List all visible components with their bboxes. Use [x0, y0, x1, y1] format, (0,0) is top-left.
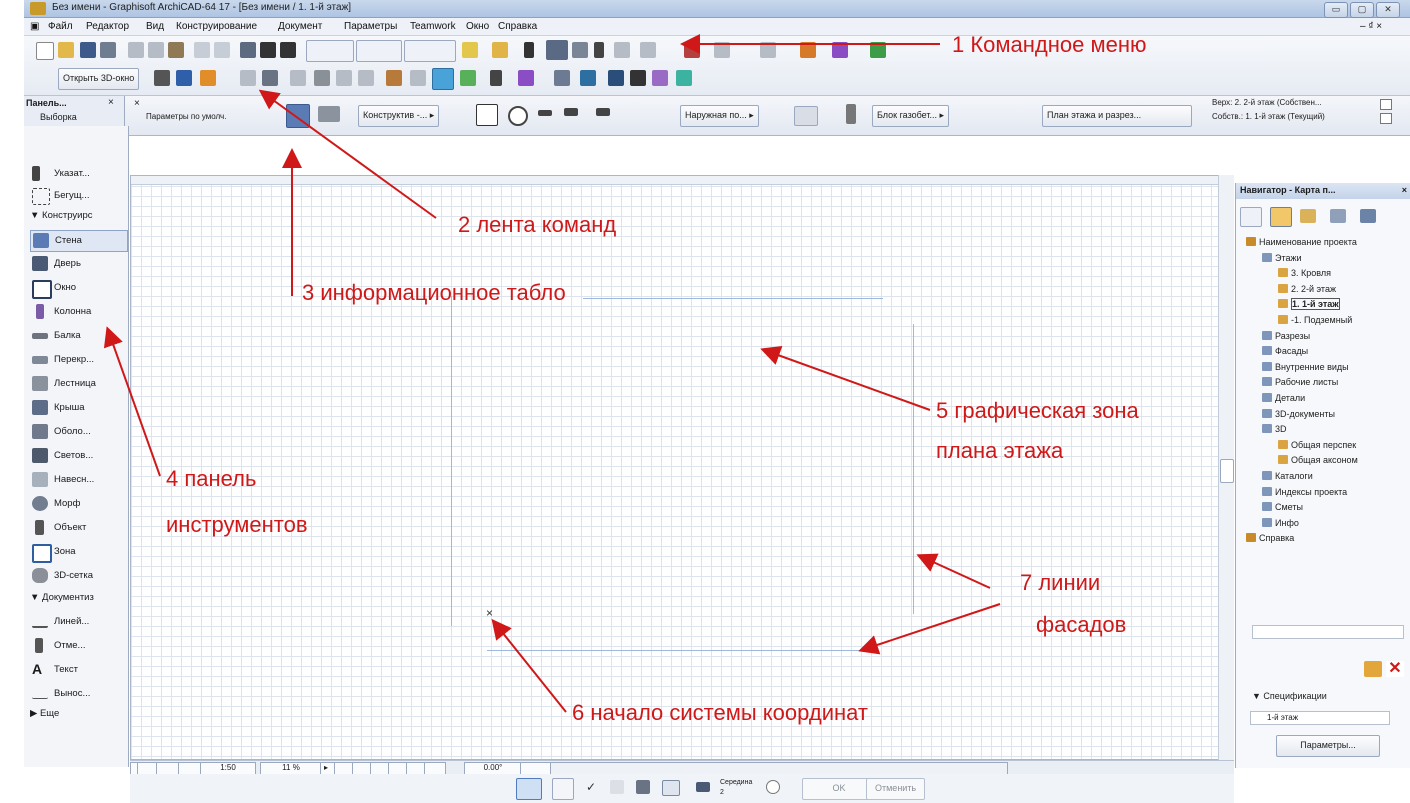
annotation-toolbox-line2: инструментов	[166, 512, 308, 537]
annotation-coordinate-origin: 6 начало системы координат	[572, 700, 868, 725]
annotation-command-menu: 1 Командное меню	[952, 32, 1147, 57]
annotation-graphic-zone-line2: плана этажа	[936, 438, 1064, 463]
annotation-elevation-lines-line1: 7 линии	[1020, 570, 1101, 595]
annotation-command-ribbon: 2 лента команд	[458, 212, 617, 237]
annotation-elevation-lines-line2: фасадов	[1036, 612, 1127, 637]
annotation-info-box: 3 информационное табло	[302, 280, 566, 305]
annotation-arrows	[103, 34, 1001, 713]
annotation-toolbox-line1: 4 панель	[166, 466, 257, 491]
annotation-graphic-zone-line1: 5 графическая зона	[936, 398, 1139, 423]
